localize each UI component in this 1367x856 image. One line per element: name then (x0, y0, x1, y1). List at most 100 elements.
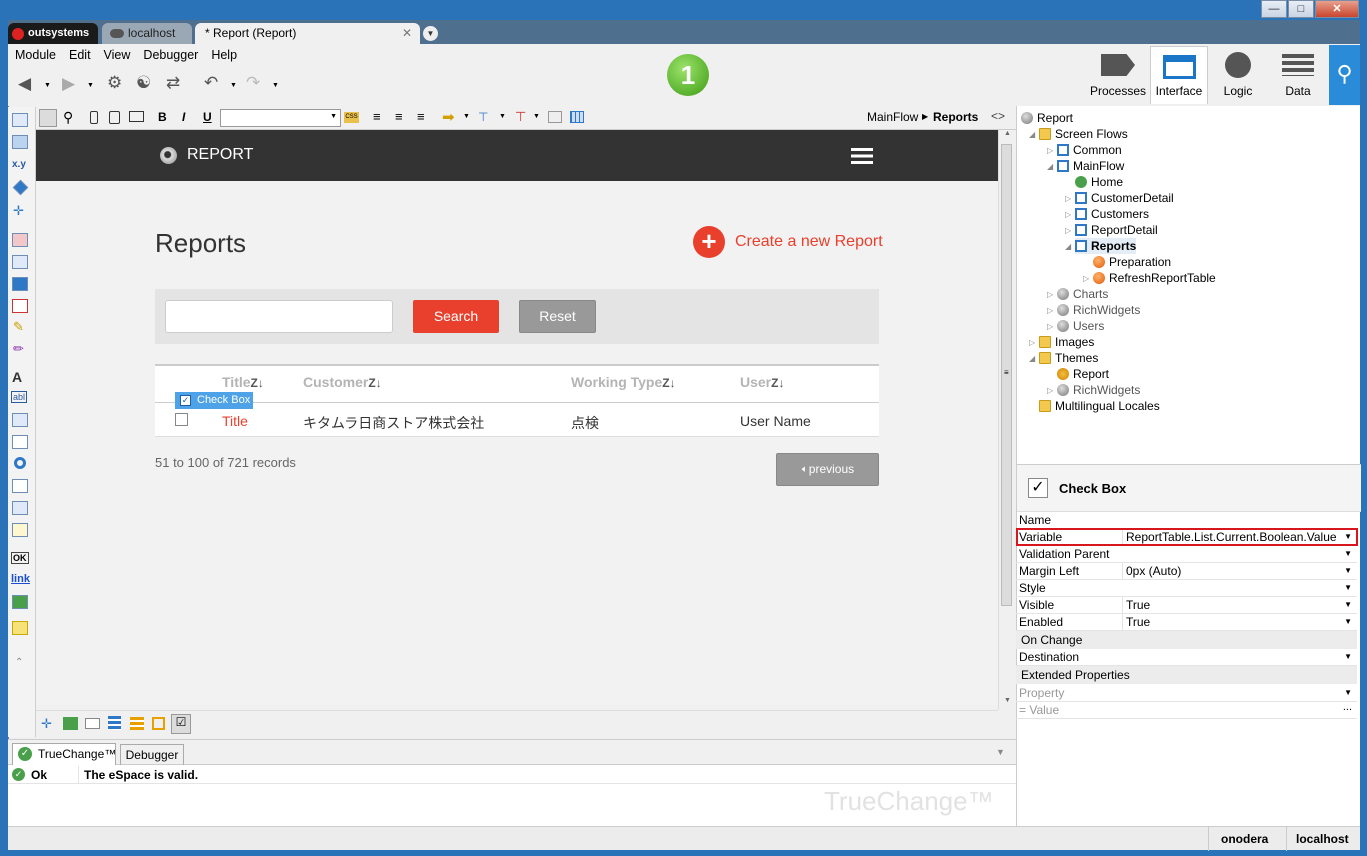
tree-node-home[interactable]: Home (1075, 174, 1123, 190)
tab-interface[interactable]: Interface (1150, 46, 1208, 104)
expand-arrow-icon[interactable]: ▷ (1047, 322, 1053, 331)
tab-report[interactable]: * Report (Report) ✕ (195, 23, 420, 45)
arrow-right-icon[interactable]: ➡ (442, 108, 455, 126)
align-right-icon[interactable]: ≡ (417, 109, 425, 124)
column-header-working-type[interactable]: Working TypeZ↓ (571, 374, 676, 390)
tab-truechange[interactable]: ✓ TrueChange™ (12, 743, 116, 765)
publish-button[interactable]: 1 (667, 54, 709, 96)
tab-outsystems[interactable]: outsystems (8, 23, 98, 45)
chevron-down-icon[interactable]: ▼ (533, 113, 540, 120)
block-icon[interactable] (152, 717, 165, 730)
scroll-down-icon[interactable]: ▼ (1004, 697, 1011, 704)
input-widget-icon[interactable]: abl (11, 391, 28, 403)
image-widget-icon[interactable] (12, 595, 28, 609)
tab-localhost[interactable]: localhost (102, 23, 192, 45)
select-tool-icon[interactable] (39, 109, 57, 127)
expand-arrow-icon[interactable]: ▷ (1083, 274, 1089, 283)
tree-node-theme-richwidgets[interactable]: RichWidgets (1057, 382, 1140, 398)
canvas-scrollbar[interactable]: ≡ ▲ ▼ (998, 130, 1015, 710)
tree-node-themes[interactable]: Themes (1039, 350, 1098, 366)
column-header-title[interactable]: TitleZ↓ (222, 374, 264, 390)
align-left-icon[interactable]: ≡ (373, 109, 381, 124)
chevron-down-icon[interactable]: ▼ (1344, 597, 1352, 613)
tree-node-theme-report[interactable]: Report (1057, 366, 1109, 382)
tree-node-charts[interactable]: Charts (1057, 286, 1108, 302)
expand-arrow-icon[interactable]: ▷ (1029, 338, 1035, 347)
hierarchy-icon[interactable]: ⊤ (478, 110, 488, 124)
pane-menu-icon[interactable]: ▼ (996, 747, 1005, 757)
breadcrumb-flow[interactable]: MainFlow (867, 110, 918, 124)
image-icon[interactable] (63, 717, 78, 730)
button-widget-icon[interactable]: OK (11, 552, 29, 564)
tree-node-richwidgets[interactable]: RichWidgets (1057, 302, 1140, 318)
pencil-icon[interactable]: ✎ (13, 319, 24, 335)
tree-node-mainflow[interactable]: MainFlow (1057, 158, 1124, 174)
prop-value[interactable]: 0px (Auto) (1122, 563, 1358, 579)
underline-icon[interactable]: U (203, 110, 212, 124)
cell-title-link[interactable]: Title (222, 413, 248, 429)
webblock-widget-icon[interactable]: ✛ (13, 203, 24, 219)
breadcrumb-screen[interactable]: Reports (933, 110, 978, 124)
expand-arrow-icon[interactable]: ▷ (1047, 146, 1053, 155)
search-input[interactable] (165, 300, 393, 333)
column-header-user[interactable]: UserZ↓ (740, 374, 784, 390)
column-header-customer[interactable]: CustomerZ↓ (303, 374, 382, 390)
tree-node-locales[interactable]: Multilingual Locales (1039, 398, 1160, 414)
style-class-select[interactable]: ▼ (220, 109, 341, 127)
gear-icon[interactable]: ⚙ (107, 73, 122, 93)
chevron-down-icon[interactable]: ▼ (1344, 546, 1352, 562)
tree-node-preparation[interactable]: Preparation (1093, 254, 1171, 270)
merge-icon[interactable]: ⇄ (166, 73, 180, 93)
combobox-widget-icon[interactable] (12, 479, 28, 493)
tree-node-customerdetail[interactable]: CustomerDetail (1075, 190, 1174, 206)
chevron-down-icon[interactable]: ▼ (1344, 614, 1352, 630)
if-widget-icon[interactable] (12, 179, 29, 196)
webblock-icon[interactable]: ✛ (41, 716, 52, 732)
prop-row-validation-parent[interactable]: Validation Parent ▼ (1016, 546, 1357, 563)
container-widget-icon[interactable] (12, 113, 28, 127)
forward-dropdown-icon[interactable]: ▼ (87, 82, 94, 89)
tab-processes[interactable]: Processes (1089, 46, 1147, 104)
tree-node-reportdetail[interactable]: ReportDetail (1075, 222, 1158, 238)
menu-module[interactable]: Module (15, 48, 56, 62)
undo-dropdown-icon[interactable]: ▼ (230, 82, 237, 89)
expand-arrow-icon[interactable]: ▷ (1065, 226, 1071, 235)
tab-logic[interactable]: Logic (1209, 46, 1267, 104)
container-icon[interactable] (85, 718, 100, 729)
menu-help[interactable]: Help (211, 48, 237, 62)
tree-node-report[interactable]: Report (1021, 110, 1073, 126)
search-button[interactable]: Search (413, 300, 499, 333)
redo-icon[interactable]: ↷ (246, 73, 260, 93)
message-row[interactable]: ✓ Ok The eSpace is valid. (8, 766, 1016, 784)
prop-row-value[interactable]: = Value... (1016, 701, 1357, 719)
maximize-button[interactable]: □ (1288, 0, 1314, 18)
create-report-link[interactable]: Create a new Report (735, 233, 883, 251)
brush-icon[interactable]: ✏ (13, 341, 24, 357)
table-icon[interactable] (570, 111, 584, 123)
form-widget-icon[interactable] (12, 233, 28, 247)
chevron-down-icon[interactable]: ▼ (499, 113, 506, 120)
prop-row-destination[interactable]: Destination ▼ (1016, 649, 1357, 666)
back-icon[interactable]: ◀ (18, 74, 31, 94)
scroll-up-icon[interactable]: ▲ (1004, 130, 1011, 137)
expression-widget-icon[interactable]: x.y (12, 159, 26, 170)
expand-arrow-icon[interactable]: ▷ (1047, 290, 1053, 299)
forward-icon[interactable]: ▶ (62, 74, 75, 94)
list-icon[interactable] (108, 716, 121, 730)
split-view-toggle[interactable]: <> (991, 109, 1005, 123)
checkbox-widget-icon[interactable] (12, 435, 28, 449)
upload-widget-icon[interactable] (12, 523, 28, 537)
back-dropdown-icon[interactable]: ▼ (44, 82, 51, 89)
link-widget-icon[interactable]: link (11, 573, 30, 585)
reset-button[interactable]: Reset (519, 300, 596, 333)
tree-node-images[interactable]: Images (1039, 334, 1094, 350)
expand-arrow-icon[interactable]: ▷ (1065, 194, 1071, 203)
css-icon[interactable]: CSS (344, 112, 359, 123)
phone-preview-icon[interactable] (90, 111, 98, 124)
tree-node-screen-flows[interactable]: Screen Flows (1039, 126, 1128, 142)
table-widget-icon[interactable] (12, 135, 28, 149)
tree-node-reports[interactable]: Reports (1075, 238, 1137, 254)
zoom-icon[interactable]: ⚲ (63, 109, 73, 126)
pin-icon[interactable]: ⊤ (515, 109, 526, 125)
comment-widget-icon[interactable] (12, 621, 28, 635)
